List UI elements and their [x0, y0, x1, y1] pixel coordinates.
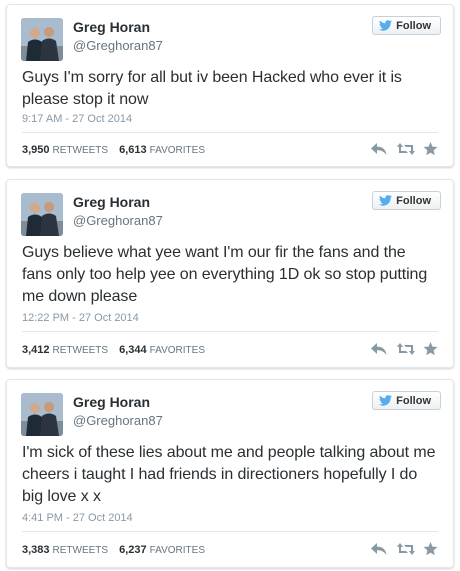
user-handle[interactable]: @Greghoran87: [73, 413, 163, 428]
avatar[interactable]: [21, 393, 63, 436]
retweet-count[interactable]: 3,412: [22, 344, 50, 356]
favorite-count[interactable]: 6,344: [119, 344, 147, 356]
tweet-text: Guys believe what yee want I'm our fir t…: [22, 244, 428, 305]
avatar[interactable]: [21, 193, 63, 236]
retweet-count[interactable]: 3,950: [22, 144, 50, 156]
user-handle[interactable]: @Greghoran87: [73, 38, 163, 53]
tweet-actions: [371, 342, 439, 356]
tweet-timestamp[interactable]: 4:41 PM - 27 Oct 2014: [22, 512, 133, 524]
favorite-count[interactable]: 6,237: [119, 544, 147, 556]
star-icon[interactable]: [423, 142, 439, 156]
favorite-count-label: FAVORITES: [149, 145, 206, 156]
twitter-bird-icon: [379, 395, 393, 406]
reply-icon[interactable]: [371, 542, 387, 556]
favorite-count-label: FAVORITES: [149, 345, 206, 356]
follow-button[interactable]: Follow: [372, 391, 441, 410]
retweet-icon[interactable]: [397, 542, 415, 556]
user-handle[interactable]: @Greghoran87: [73, 213, 163, 228]
retweet-count-label: RETWEETS: [52, 145, 109, 156]
tweet-actions: [371, 142, 439, 156]
retweet-icon[interactable]: [397, 342, 415, 356]
divider: [22, 531, 438, 532]
divider: [22, 132, 438, 133]
retweet-count-label: RETWEETS: [52, 345, 109, 356]
retweet-icon[interactable]: [397, 142, 415, 156]
star-icon[interactable]: [423, 542, 439, 556]
tweet-card: Greg Horan @Greghoran87 Follow Guys I'm …: [6, 4, 454, 167]
display-name[interactable]: Greg Horan: [73, 194, 150, 210]
avatar[interactable]: [21, 18, 63, 61]
tweet-timestamp[interactable]: 9:17 AM - 27 Oct 2014: [22, 113, 132, 125]
tweet-text: I'm sick of these lies about me and peop…: [22, 444, 436, 505]
tweet-card: Greg Horan @Greghoran87 Follow I'm sick …: [6, 379, 454, 568]
tweet-actions: [371, 542, 439, 556]
favorite-count-label: FAVORITES: [149, 545, 206, 556]
tweet-stats: 3,412 RETWEETS 6,344 FAVORITES: [22, 344, 205, 356]
retweet-count[interactable]: 3,383: [22, 544, 50, 556]
follow-label: Follow: [396, 394, 431, 407]
twitter-bird-icon: [379, 20, 393, 31]
tweet-text: Guys I'm sorry for all but iv been Hacke…: [22, 69, 402, 108]
divider: [22, 331, 438, 332]
tweet-card: Greg Horan @Greghoran87 Follow Guys beli…: [6, 179, 454, 368]
tweet-stats: 3,383 RETWEETS 6,237 FAVORITES: [22, 544, 205, 556]
tweet-stats: 3,950 RETWEETS 6,613 FAVORITES: [22, 144, 205, 156]
star-icon[interactable]: [423, 342, 439, 356]
tweet-timestamp[interactable]: 12:22 PM - 27 Oct 2014: [22, 312, 139, 324]
retweet-count-label: RETWEETS: [52, 545, 109, 556]
reply-icon[interactable]: [371, 342, 387, 356]
display-name[interactable]: Greg Horan: [73, 394, 150, 410]
reply-icon[interactable]: [371, 142, 387, 156]
follow-label: Follow: [396, 194, 431, 207]
display-name[interactable]: Greg Horan: [73, 19, 150, 35]
twitter-bird-icon: [379, 195, 393, 206]
follow-button[interactable]: Follow: [372, 191, 441, 210]
follow-label: Follow: [396, 19, 431, 32]
follow-button[interactable]: Follow: [372, 16, 441, 35]
favorite-count[interactable]: 6,613: [119, 144, 147, 156]
